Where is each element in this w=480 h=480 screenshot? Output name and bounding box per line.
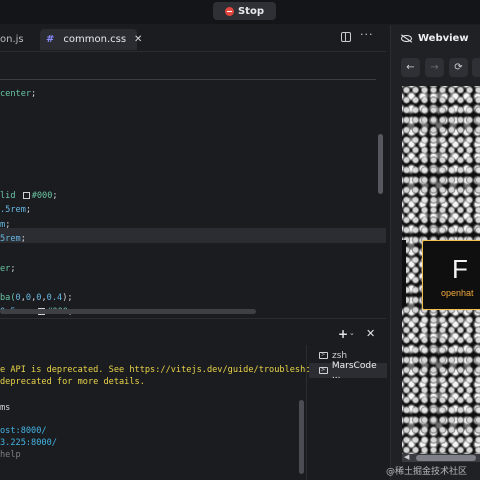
eye-off-icon (401, 35, 412, 42)
editor-vertical-scrollbar[interactable] (378, 134, 383, 194)
more-actions-icon[interactable]: ··· (360, 28, 374, 41)
scrollbar-thumb[interactable] (416, 455, 476, 461)
code-token: ; (20, 234, 26, 244)
tab-label: common.css (63, 34, 127, 45)
webview-header: Webview (401, 33, 469, 44)
code-token: .5rem (0, 205, 26, 215)
close-tab-icon[interactable]: ✕ (134, 34, 142, 45)
code-token: #000 (31, 191, 53, 201)
code-token: 0.4 (46, 293, 63, 303)
tab-common-css[interactable]: # common.css ✕ (40, 29, 142, 50)
webview-page[interactable] (402, 86, 480, 460)
code-divider (0, 79, 376, 80)
terminal-line: ms (0, 403, 11, 413)
code-token: ); (62, 293, 73, 303)
code-token: er (0, 264, 11, 274)
top-toolbar: Stop (0, 0, 480, 24)
code-token: ; (52, 191, 58, 201)
terminal-session-list: > zsh > MarsCode ... (306, 345, 387, 480)
session-label: zsh (332, 350, 348, 361)
terminal-line: e API is deprecated. See https://vitejs.… (0, 365, 321, 375)
code-token: ; (5, 220, 11, 230)
code-token: ; (31, 89, 37, 99)
code-line: m; (0, 218, 10, 233)
code-token: lid (0, 191, 21, 201)
terminal-line: 3.225:8000/ (0, 438, 57, 448)
terminal-line: ost:8000/ (0, 426, 47, 436)
editor-horizontal-scrollbar[interactable] (0, 309, 256, 314)
forward-button[interactable]: → (425, 58, 444, 77)
color-swatch-icon[interactable] (22, 192, 30, 199)
banner-logo-letter: F (452, 254, 468, 284)
terminal-icon: > (319, 352, 328, 359)
add-terminal-icon[interactable]: + (338, 327, 348, 341)
chevron-down-icon[interactable]: ⌄ (349, 329, 355, 337)
code-token: ; (10, 264, 16, 274)
close-panel-icon[interactable]: ✕ (366, 327, 375, 340)
stop-button[interactable]: Stop (213, 2, 276, 20)
terminal-session-marscode[interactable]: > MarsCode ... (309, 360, 387, 381)
code-token: center (0, 89, 32, 99)
current-line-highlight (0, 228, 386, 243)
reload-button[interactable]: ⟳ (449, 58, 468, 77)
code-line: ba(0,0,0,0.4); (0, 291, 73, 306)
code-token: ; (25, 205, 32, 215)
scroll-left-icon[interactable]: ◀ (404, 453, 409, 461)
editor-tab-bar: on.js # common.css ✕ (0, 25, 386, 52)
banner-edge (402, 240, 406, 306)
code-line: center; (0, 87, 36, 102)
hero-banner (422, 240, 480, 310)
watermark: @稀土掘金技术社区 (386, 467, 468, 477)
webview-horizontal-scrollbar[interactable]: ◀ (402, 453, 480, 462)
stop-label: Stop (237, 5, 264, 17)
terminal-line: deprecated for more details. (0, 377, 145, 387)
split-editor-icon[interactable] (341, 32, 351, 42)
banner-subtitle: openhat (441, 288, 474, 298)
session-label: MarsCode ... (331, 360, 377, 381)
address-bar[interactable] (472, 58, 480, 77)
terminal-icon: > (319, 367, 328, 374)
code-line: lid #000; (0, 189, 58, 204)
code-token: ba( (0, 293, 16, 303)
code-editor[interactable]: center; lid #000; .5rem; m; 5rem; er; ba(0,0,0… (0, 72, 386, 317)
hash-icon: # (46, 34, 55, 45)
code-line: 5rem; (0, 232, 26, 247)
stop-icon (224, 6, 234, 16)
terminal-scrollbar[interactable] (299, 400, 304, 474)
tab-js-file[interactable]: on.js (0, 29, 38, 50)
tab-label: on.js (0, 34, 24, 45)
code-line: er; (0, 262, 16, 277)
terminal-output[interactable]: e API is deprecated. See https://vitejs.… (0, 319, 321, 480)
terminal-line: help (0, 450, 21, 460)
back-button[interactable]: ← (401, 58, 420, 77)
code-line: .5rem; (0, 203, 31, 218)
code-token: 5rem (0, 234, 21, 244)
webview-title: Webview (418, 33, 469, 44)
